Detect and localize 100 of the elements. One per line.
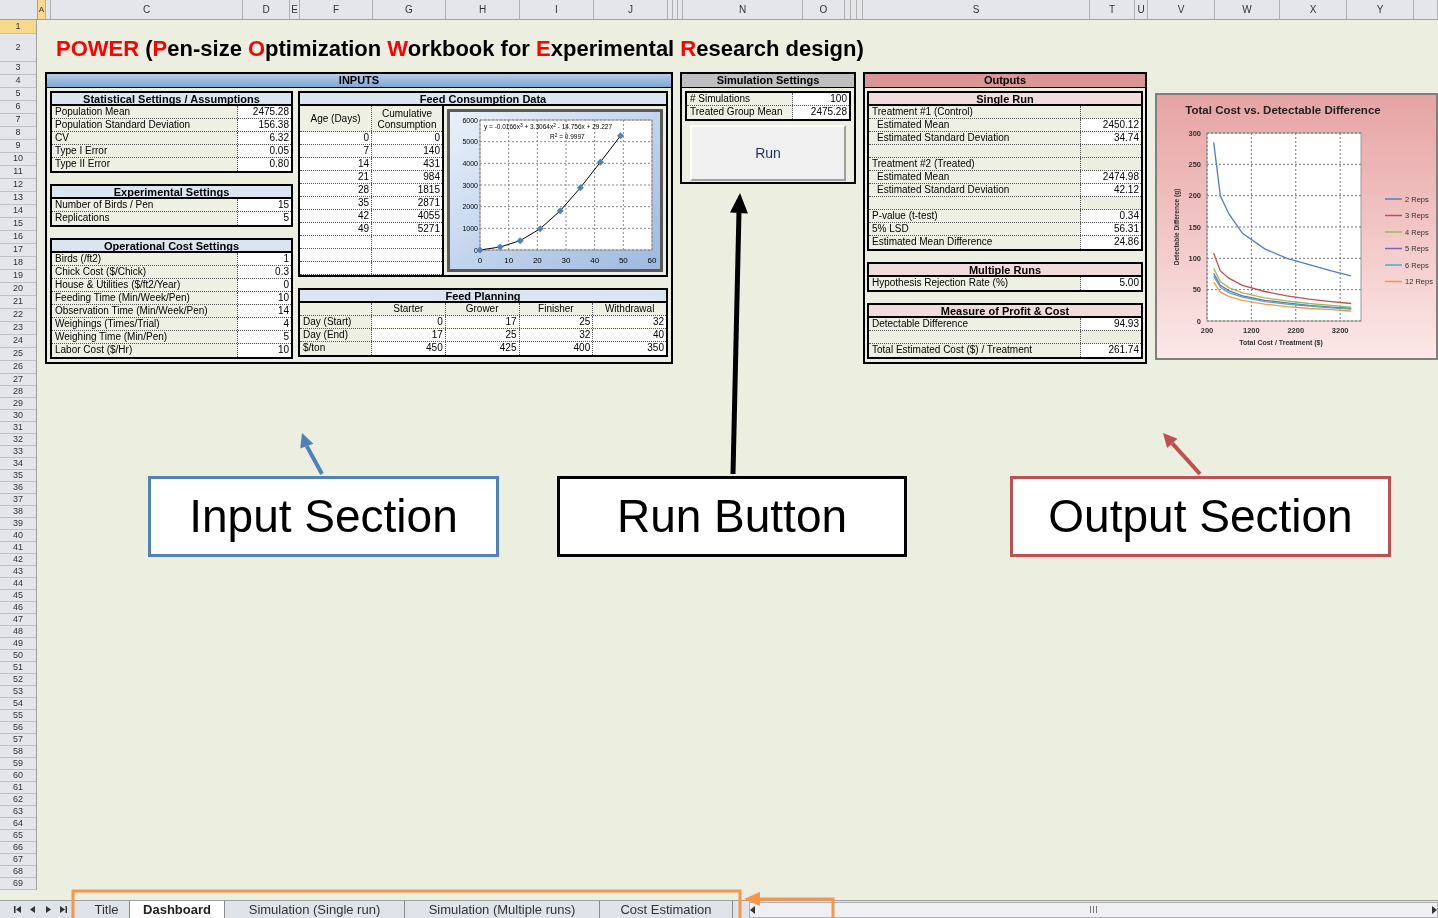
field-label: Feeding Time (Min/Week/Pen) xyxy=(52,292,238,304)
row-header[interactable]: 49 xyxy=(0,638,36,650)
row-header[interactable]: 23 xyxy=(0,322,36,335)
column-header[interactable]: E xyxy=(290,0,300,19)
row-header[interactable]: 40 xyxy=(0,530,36,542)
left-arrow-icon[interactable] xyxy=(29,905,37,914)
column-header[interactable]: O xyxy=(803,0,845,19)
row-header[interactable]: 43 xyxy=(0,566,36,578)
column-header[interactable]: W xyxy=(1215,0,1280,19)
row-header[interactable]: 20 xyxy=(0,283,36,296)
sheet-tab[interactable]: Dashboard xyxy=(130,900,225,918)
row-header[interactable]: 52 xyxy=(0,674,36,686)
skip-end-icon[interactable] xyxy=(59,905,67,914)
column-header[interactable]: S xyxy=(863,0,1090,19)
row-header[interactable]: 48 xyxy=(0,626,36,638)
row-header[interactable]: 3 xyxy=(0,62,36,75)
row-header[interactable]: 47 xyxy=(0,614,36,626)
row-header[interactable]: 11 xyxy=(0,166,36,179)
column-header[interactable]: U xyxy=(1135,0,1148,19)
row-header[interactable]: 5 xyxy=(0,88,36,101)
row-header[interactable]: 41 xyxy=(0,542,36,554)
row-header[interactable]: 8 xyxy=(0,127,36,140)
column-header[interactable]: V xyxy=(1148,0,1215,19)
row-header[interactable]: 62 xyxy=(0,794,36,806)
row-header[interactable]: 36 xyxy=(0,482,36,494)
row-header[interactable]: 66 xyxy=(0,842,36,854)
row-header[interactable]: 34 xyxy=(0,458,36,470)
row-header[interactable]: 6 xyxy=(0,101,36,114)
row-header[interactable]: 64 xyxy=(0,818,36,830)
row-header[interactable]: 16 xyxy=(0,231,36,244)
run-button[interactable]: Run xyxy=(690,125,846,181)
row-header[interactable]: 56 xyxy=(0,722,36,734)
row-header[interactable]: 50 xyxy=(0,650,36,662)
row-header[interactable]: 45 xyxy=(0,590,36,602)
row-header[interactable]: 17 xyxy=(0,244,36,257)
row-header[interactable]: 19 xyxy=(0,270,36,283)
row-header[interactable]: 22 xyxy=(0,309,36,322)
row-header[interactable]: 39 xyxy=(0,518,36,530)
row-header[interactable]: 9 xyxy=(0,140,36,153)
column-header[interactable]: I xyxy=(520,0,594,19)
column-header[interactable]: T xyxy=(1090,0,1135,19)
right-arrow-icon[interactable] xyxy=(1431,905,1437,914)
row-header[interactable]: 24 xyxy=(0,335,36,348)
skip-start-icon[interactable] xyxy=(14,905,22,914)
row-header[interactable]: 2 xyxy=(0,34,36,62)
row-header[interactable]: 51 xyxy=(0,662,36,674)
scroll-grip-icon[interactable] xyxy=(1089,906,1098,913)
row-header[interactable]: 54 xyxy=(0,698,36,710)
row-header[interactable]: 21 xyxy=(0,296,36,309)
row-header[interactable]: 33 xyxy=(0,446,36,458)
row-header[interactable]: 31 xyxy=(0,422,36,434)
column-header[interactable]: C xyxy=(51,0,243,19)
row-header[interactable]: 42 xyxy=(0,554,36,566)
right-arrow-icon[interactable] xyxy=(44,905,52,914)
tick-label: 10 xyxy=(504,256,514,265)
row-header[interactable]: 37 xyxy=(0,494,36,506)
column-header[interactable]: J xyxy=(594,0,668,19)
column-header[interactable]: D xyxy=(243,0,290,19)
row-header[interactable]: 14 xyxy=(0,205,36,218)
column-header[interactable]: Y xyxy=(1347,0,1414,19)
row-header[interactable]: 68 xyxy=(0,866,36,878)
row-header[interactable]: 58 xyxy=(0,746,36,758)
column-header[interactable]: X xyxy=(1280,0,1347,19)
row-header[interactable]: 38 xyxy=(0,506,36,518)
row-header[interactable]: 18 xyxy=(0,257,36,270)
horizontal-scrollbar[interactable] xyxy=(749,901,1438,918)
row-header[interactable]: 4 xyxy=(0,75,36,88)
row-header[interactable]: 1 xyxy=(0,20,36,34)
row-header[interactable]: 10 xyxy=(0,153,36,166)
row-header[interactable]: 53 xyxy=(0,686,36,698)
column-header[interactable]: H xyxy=(446,0,520,19)
row-header[interactable]: 12 xyxy=(0,179,36,192)
row-header[interactable]: 57 xyxy=(0,734,36,746)
column-header[interactable]: A xyxy=(38,0,46,19)
row-header[interactable]: 13 xyxy=(0,192,36,205)
row-header[interactable]: 29 xyxy=(0,398,36,410)
row-header[interactable]: 63 xyxy=(0,806,36,818)
row-header[interactable]: 67 xyxy=(0,854,36,866)
row-header[interactable]: 46 xyxy=(0,602,36,614)
row-header[interactable]: 60 xyxy=(0,770,36,782)
row-header[interactable]: 65 xyxy=(0,830,36,842)
row-header[interactable]: 59 xyxy=(0,758,36,770)
row-header[interactable]: 27 xyxy=(0,374,36,386)
column-header[interactable]: G xyxy=(373,0,446,19)
data-point xyxy=(536,225,544,233)
row-header[interactable]: 61 xyxy=(0,782,36,794)
left-arrow-icon[interactable] xyxy=(750,905,756,914)
row-header[interactable]: 55 xyxy=(0,710,36,722)
row-header[interactable]: 7 xyxy=(0,114,36,127)
column-header[interactable]: N xyxy=(683,0,803,19)
column-header[interactable]: F xyxy=(300,0,373,19)
field-label: Birds (/ft2) xyxy=(52,253,238,265)
row-header[interactable]: 30 xyxy=(0,410,36,422)
row-header[interactable]: 28 xyxy=(0,386,36,398)
row-header[interactable]: 26 xyxy=(0,361,36,374)
row-header[interactable]: 32 xyxy=(0,434,36,446)
row-header[interactable]: 15 xyxy=(0,218,36,231)
row-header[interactable]: 44 xyxy=(0,578,36,590)
row-header[interactable]: 35 xyxy=(0,470,36,482)
row-header[interactable]: 25 xyxy=(0,348,36,361)
